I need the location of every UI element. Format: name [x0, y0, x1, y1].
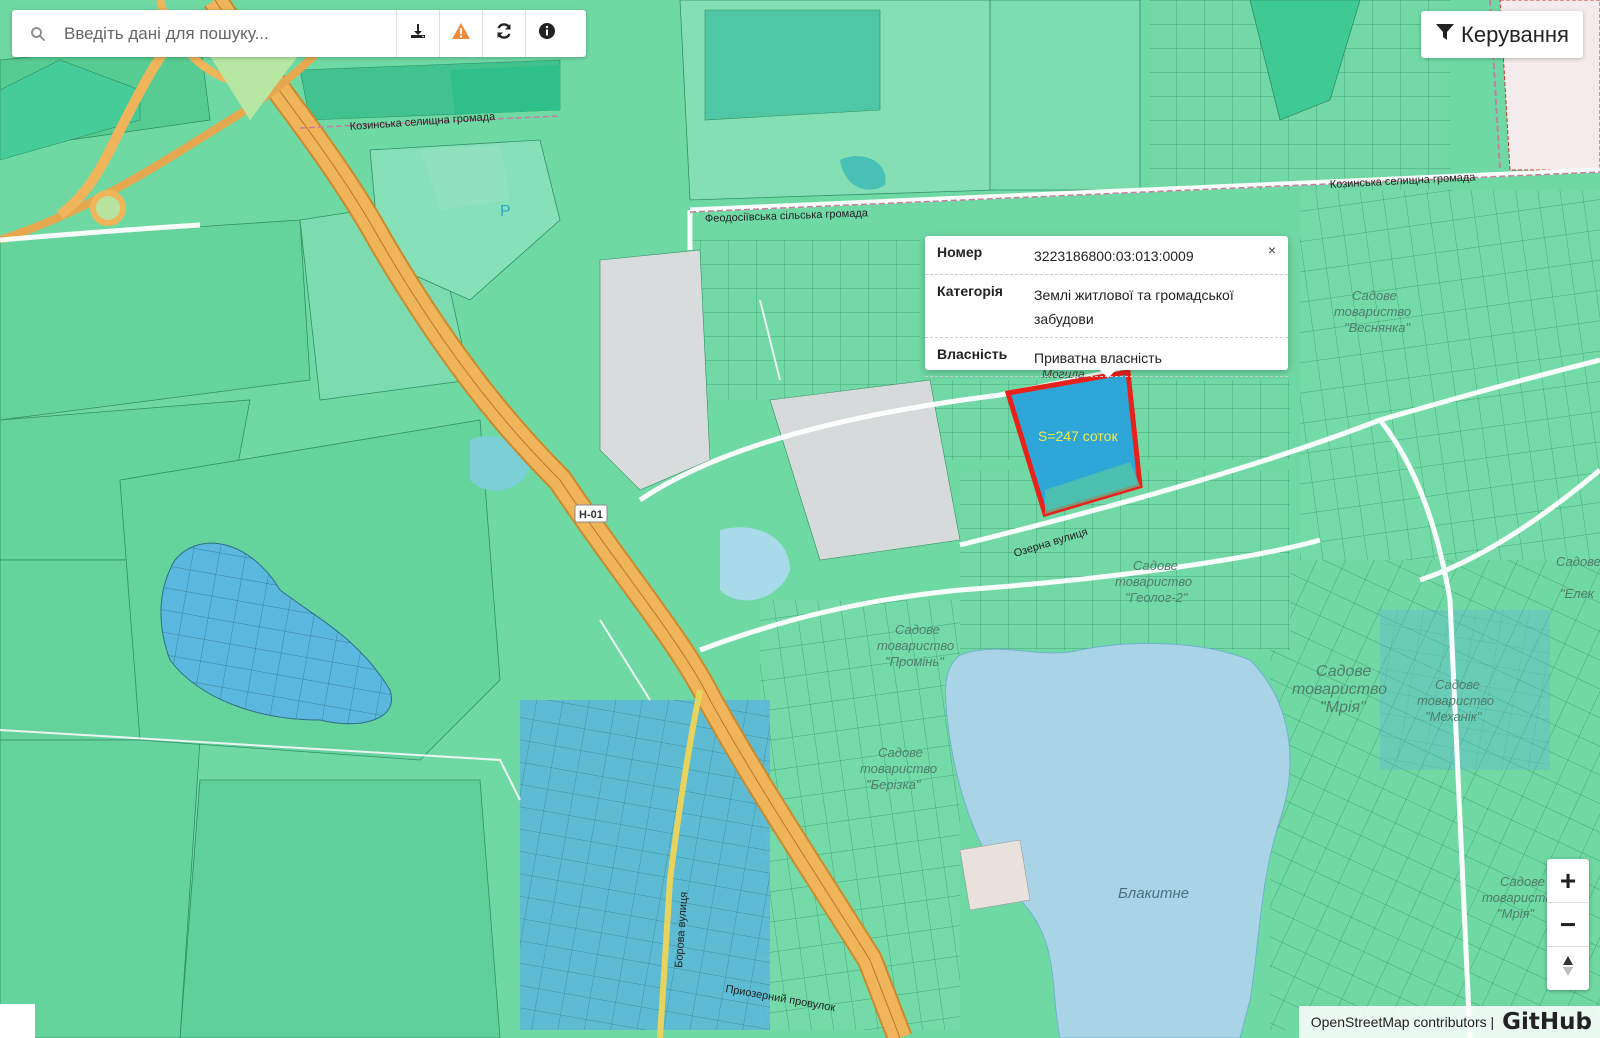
control-button[interactable]: Керування [1421, 11, 1583, 58]
garden-mekhanik-1: Садове [1435, 677, 1480, 692]
search-input[interactable] [58, 12, 396, 55]
zoom-control: + − [1547, 859, 1589, 990]
cadastral-map[interactable]: P P Козинська селищна [0, 0, 1600, 1038]
warning-button[interactable] [439, 10, 482, 57]
garden-mriia-2: товариство [1292, 681, 1387, 698]
popup-value: Землі житлової та громадської забудови [1034, 287, 1234, 327]
lake-label: Блакитне [1118, 885, 1189, 902]
popup-row-category: Категорія Землі житлової та громадської … [925, 275, 1288, 338]
garden-mriia-1: Садове [1316, 663, 1371, 680]
warning-icon [451, 22, 471, 45]
garden-berizka-3: "Берізка" [866, 777, 922, 792]
popup-tip [1100, 370, 1116, 378]
garden-mriia2-1: Садове [1500, 874, 1545, 889]
refresh-icon [495, 22, 513, 45]
search-icon [18, 26, 58, 42]
zoom-in-button[interactable]: + [1547, 859, 1589, 903]
garden-elektron-2: "Елек [1560, 586, 1595, 601]
popup-value: Приватна власність [1034, 350, 1162, 366]
garden-berizka-2: товариство [860, 761, 937, 776]
garden-mriia-3: "Мрія" [1320, 699, 1367, 716]
download-button[interactable] [396, 10, 439, 57]
garden-elektron-1: Садове [1556, 554, 1600, 569]
popup-value: 3223186800:03:013:0009 [1034, 248, 1194, 264]
garden-mekhanik-2: товариство [1417, 693, 1494, 708]
garden-heolog-3: "Геолог-2" [1125, 590, 1189, 605]
svg-text:Н-01: Н-01 [579, 509, 603, 521]
parcel-info-popup: × Номер 3223186800:03:013:0009 Категорія… [925, 236, 1288, 378]
garden-berizka-1: Садове [878, 745, 923, 760]
github-link[interactable]: GitHub [1502, 1009, 1592, 1035]
zoom-out-button[interactable]: − [1547, 903, 1589, 947]
garden-promin-3: "Промінь" [885, 654, 945, 669]
filter-icon [1435, 22, 1461, 48]
garden-vesnianka-3: "Веснянка" [1344, 320, 1411, 335]
garden-promin-1: Садове [895, 622, 940, 637]
refresh-button[interactable] [482, 10, 525, 57]
garden-promin-2: товариство [877, 638, 954, 653]
garden-vesnianka-1: Садове [1352, 288, 1397, 303]
reset-bearing-button[interactable] [1547, 947, 1589, 990]
download-icon [409, 22, 427, 45]
attribution: OpenStreetMap contributors | GitHub [1298, 1006, 1600, 1038]
info-icon [538, 22, 556, 45]
parking-label: P [500, 203, 511, 220]
popup-row-number: Номер 3223186800:03:013:0009 [925, 236, 1288, 275]
garden-mriia2-3: "Мрія" [1497, 906, 1536, 921]
popup-key: Категорія [937, 283, 1003, 299]
garden-heolog-2: товариство [1115, 574, 1192, 589]
parcel-area-label: S=247 соток [1038, 428, 1118, 444]
control-label: Керування [1461, 21, 1569, 47]
garden-vesnianka-2: товариство [1334, 304, 1411, 319]
osm-attribution-link[interactable]: OpenStreetMap contributors | [1311, 1014, 1494, 1030]
popup-close-button[interactable]: × [1268, 242, 1276, 258]
garden-mekhanik-3: "Механік" [1425, 709, 1483, 724]
garden-heolog-1: Садове [1133, 558, 1178, 573]
compass-icon [1561, 953, 1575, 985]
road-h01-shield: Н-01 [574, 504, 608, 523]
popup-key: Номер [937, 244, 983, 260]
info-button[interactable] [525, 10, 568, 57]
popup-key: Власність [937, 346, 1008, 362]
corner-panel [0, 1004, 35, 1038]
search-bar [12, 10, 586, 57]
